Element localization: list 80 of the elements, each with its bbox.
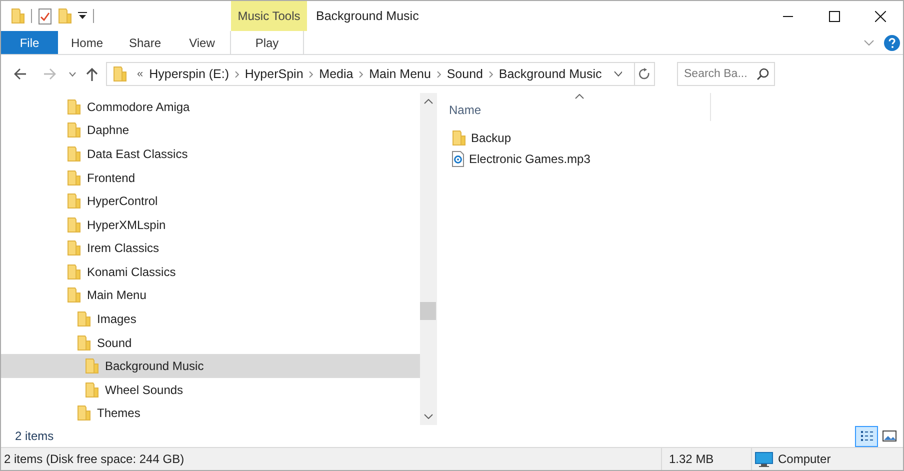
folder-icon xyxy=(77,334,91,351)
expand-ribbon-icon[interactable] xyxy=(864,40,874,46)
folder-icon xyxy=(85,382,99,398)
scroll-up-icon[interactable] xyxy=(424,99,432,104)
folder-icon xyxy=(77,405,91,422)
scrollbar[interactable] xyxy=(420,93,436,425)
folder-icon xyxy=(67,287,81,304)
folder-icon xyxy=(67,122,81,138)
tree-item[interactable]: Main Menu xyxy=(1,284,420,308)
scrollbar-thumb[interactable] xyxy=(420,302,436,320)
file-item[interactable]: Backup xyxy=(447,127,687,148)
breadcrumb-segment[interactable]: Sound xyxy=(446,64,483,84)
folder-icon xyxy=(77,310,91,327)
breadcrumb-segment[interactable]: Hyperspin (E:) xyxy=(149,64,230,84)
file-tab[interactable]: File xyxy=(1,31,58,54)
tree-item[interactable]: Wheel Sounds xyxy=(1,378,420,402)
folder-icon xyxy=(67,240,81,256)
computer-icon xyxy=(755,452,773,466)
tree-item[interactable]: Frontend xyxy=(1,166,420,190)
window-title: Background Music xyxy=(316,8,420,25)
breadcrumb-segment[interactable]: Media xyxy=(319,64,354,84)
tree-item[interactable]: HyperXMLspin xyxy=(1,212,420,236)
tree-item[interactable]: Sound xyxy=(1,330,420,354)
item-count: 2 items xyxy=(15,428,54,445)
breadcrumb-segment[interactable]: Main Menu xyxy=(369,64,431,84)
ribbon-tab[interactable]: Share xyxy=(116,31,174,54)
chevron-icon xyxy=(436,70,441,78)
help-icon[interactable] xyxy=(884,34,900,50)
details-view-icon xyxy=(858,428,875,444)
chevron-icon xyxy=(235,70,239,78)
status-text: 2 items (Disk free space: 244 GB) xyxy=(3,451,186,468)
tree-item[interactable]: Konami Classics xyxy=(1,260,420,284)
breadcrumb-segment[interactable]: Background Music xyxy=(498,64,602,84)
dropdown-icon[interactable] xyxy=(78,12,87,20)
tree-item[interactable]: HyperControl xyxy=(1,189,420,213)
folder-icon xyxy=(113,66,127,82)
search-icon[interactable] xyxy=(757,68,769,80)
dropdown-icon[interactable] xyxy=(614,71,622,77)
folder-icon xyxy=(67,146,81,162)
scroll-down-icon[interactable] xyxy=(424,414,432,419)
tree-item[interactable]: Data East Classics xyxy=(1,142,420,166)
audio-file-icon xyxy=(452,150,464,166)
folder-icon xyxy=(67,264,81,280)
column-header[interactable]: Name xyxy=(447,93,711,121)
sort-ascending-icon xyxy=(575,94,584,99)
folder-icon xyxy=(67,98,81,115)
folder-icon xyxy=(67,216,81,233)
tree-item[interactable]: Images xyxy=(1,307,420,331)
back-icon[interactable] xyxy=(13,68,27,80)
folder-icon xyxy=(85,358,99,374)
tree-item[interactable]: Themes xyxy=(1,402,420,426)
ribbon-tab[interactable]: View xyxy=(174,31,230,54)
folder-icon xyxy=(452,130,466,146)
context-tab-label: Music Tools xyxy=(231,1,307,31)
ribbon-tab[interactable]: Play xyxy=(231,31,303,54)
properties-icon[interactable] xyxy=(38,8,52,24)
folder-icon xyxy=(67,170,81,186)
breadcrumb-overflow[interactable]: « xyxy=(137,66,144,82)
up-icon[interactable] xyxy=(86,67,98,81)
tree-item[interactable]: Irem Classics xyxy=(1,236,420,260)
large-icons-view-icon xyxy=(881,428,898,444)
refresh-icon xyxy=(639,68,650,80)
chevron-icon xyxy=(359,70,364,78)
breadcrumb-segment[interactable]: HyperSpin xyxy=(244,64,304,84)
folder-icon xyxy=(67,193,81,210)
tree-item[interactable]: Daphne xyxy=(1,118,420,142)
recent-dropdown-icon[interactable] xyxy=(69,72,76,76)
chevron-icon xyxy=(489,70,493,78)
tree-item[interactable]: Commodore Amiga xyxy=(1,95,420,119)
maximize-icon xyxy=(828,10,840,22)
status-size: 1.32 MB xyxy=(669,451,714,468)
search-field[interactable]: Search Ba... xyxy=(677,62,775,86)
view-button[interactable] xyxy=(855,426,878,446)
ribbon-tab[interactable]: Home xyxy=(58,31,116,54)
file-item[interactable]: Electronic Games.mp3 xyxy=(447,148,687,169)
close-icon xyxy=(874,10,886,22)
status-location: Computer xyxy=(778,451,831,468)
chevron-icon xyxy=(309,70,314,78)
address-bar[interactable]: « Hyperspin (E:) HyperSpin Media Main Menu Sound Background Music xyxy=(106,62,655,86)
tree-item[interactable]: Background Music xyxy=(1,354,420,378)
